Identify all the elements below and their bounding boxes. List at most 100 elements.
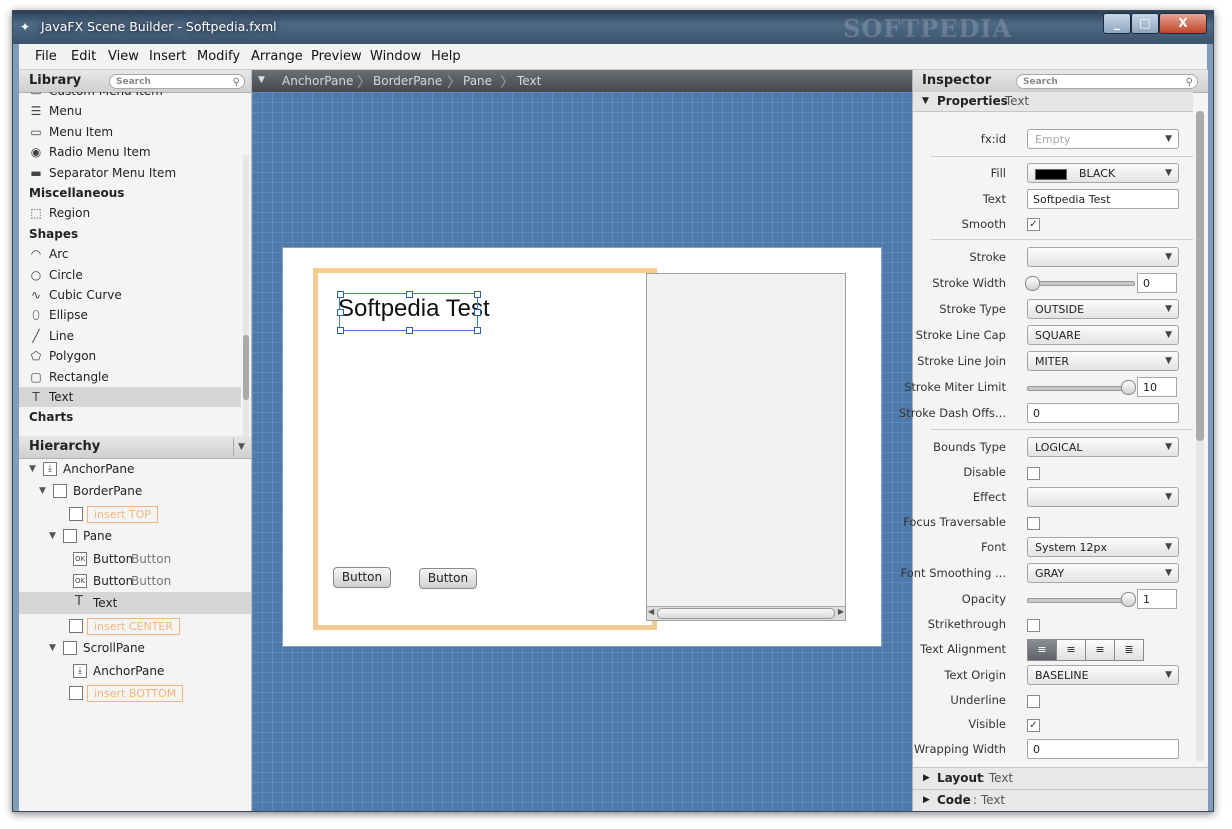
menu-view[interactable]: View (108, 49, 139, 64)
library-item[interactable]: ╱ Line (19, 326, 241, 346)
menu-insert[interactable]: Insert (149, 49, 186, 64)
focus-traversable-checkbox[interactable] (1027, 517, 1040, 530)
align-justify-icon[interactable]: ≣ (1114, 639, 1144, 661)
close-button[interactable]: X (1159, 13, 1207, 34)
hierarchy-node[interactable]: OK Button Button (19, 548, 251, 570)
effect-combo[interactable]: ▼ (1027, 487, 1179, 507)
crumb-borderpane[interactable]: BorderPane (373, 74, 442, 88)
library-item[interactable]: ▬ Separator Menu Item (19, 163, 241, 183)
hierarchy-insert-slot[interactable]: insert CENTER (19, 615, 251, 637)
hierarchy-menu-chevron-icon[interactable]: ▼ (233, 438, 245, 456)
stroke-line-join-combo[interactable]: MITER ▼ (1027, 351, 1179, 371)
minimize-button[interactable]: _ (1103, 13, 1131, 34)
text-field[interactable]: Softpedia Test (1027, 189, 1179, 209)
stroke-width-slider[interactable] (1027, 281, 1135, 286)
text-origin-combo[interactable]: BASELINE ▼ (1027, 665, 1179, 685)
code-section-header[interactable]: ▶ Code : Text (913, 789, 1208, 811)
resize-handle[interactable] (337, 291, 344, 298)
crumb-pane[interactable]: Pane (463, 74, 492, 88)
title-bar[interactable]: ✦ JavaFX Scene Builder - Softpedia.fxml … (13, 11, 1213, 44)
hierarchy-node[interactable]: T Text (19, 592, 251, 615)
hierarchy-insert-slot[interactable]: insert TOP (19, 503, 251, 525)
stroke-width-field[interactable]: 0 (1137, 273, 1177, 293)
expand-triangle-icon[interactable]: ▼ (49, 637, 56, 659)
fxid-field[interactable]: Empty ▼ (1027, 129, 1179, 149)
layout-section-header[interactable]: ▶ Layout : Text (913, 767, 1208, 789)
library-item[interactable]: ▢ Rectangle (19, 367, 241, 387)
font-smoothing-combo[interactable]: GRAY ▼ (1027, 563, 1179, 583)
expand-triangle-icon[interactable]: ▼ (49, 525, 56, 547)
library-item[interactable]: ⬚ Region (19, 203, 241, 223)
strikethrough-checkbox[interactable] (1027, 619, 1040, 632)
scroll-thumb[interactable] (657, 608, 835, 619)
align-left-icon[interactable]: ≡ (1027, 639, 1057, 661)
crumb-anchorpane[interactable]: AnchorPane (282, 74, 353, 88)
library-item[interactable]: ○ Circle (19, 265, 241, 285)
smooth-checkbox[interactable]: ✓ (1027, 218, 1040, 231)
resize-handle[interactable] (406, 327, 413, 334)
underline-checkbox[interactable] (1027, 695, 1040, 708)
library-item[interactable]: ▭ Menu Item (19, 122, 241, 142)
menu-preview[interactable]: Preview (311, 49, 362, 64)
library-item[interactable]: ∿ Cubic Curve (19, 285, 241, 305)
hierarchy-insert-slot[interactable]: insert BOTTOM (19, 682, 251, 704)
library-item[interactable]: ◉ Radio Menu Item (19, 142, 241, 162)
library-item[interactable]: ▭ Custom Menu Item (19, 92, 241, 101)
resize-handle[interactable] (337, 309, 344, 316)
opacity-field[interactable]: 1 (1137, 589, 1177, 609)
hierarchy-node[interactable]: OK Button Button (19, 570, 251, 592)
crumb-text[interactable]: Text (517, 74, 541, 88)
stroke-type-combo[interactable]: OUTSIDE ▼ (1027, 299, 1179, 319)
fill-combo[interactable]: BLACK ▼ (1027, 163, 1179, 183)
library-category[interactable]: Shapes (19, 224, 241, 244)
preview-button-2[interactable]: Button (419, 568, 477, 589)
slider-knob[interactable] (1121, 380, 1136, 395)
hierarchy-node[interactable]: ▼ ScrollPane (19, 637, 251, 659)
border-pane-preview[interactable]: Softpedia Test Button Button (313, 268, 657, 630)
menu-window[interactable]: Window (370, 49, 421, 64)
wrapping-width-field[interactable]: 0 (1027, 739, 1179, 759)
slider-knob[interactable] (1121, 592, 1136, 607)
menu-modify[interactable]: Modify (197, 49, 240, 64)
hierarchy-node[interactable]: ⤓ AnchorPane (19, 660, 251, 682)
library-item[interactable]: ⬯ Ellipse (19, 305, 241, 325)
opacity-slider[interactable] (1027, 598, 1135, 603)
preview-button-1[interactable]: Button (333, 567, 391, 588)
library-item[interactable]: ☰ Menu (19, 101, 241, 121)
menu-edit[interactable]: Edit (71, 49, 96, 64)
inspector-search-input[interactable]: Search ⚲ (1016, 74, 1198, 89)
properties-section-header[interactable]: ▼ Properties : Text (913, 92, 1193, 112)
align-right-icon[interactable]: ≡ (1085, 639, 1115, 661)
resize-handle[interactable] (406, 291, 413, 298)
stroke-combo[interactable]: ▼ (1027, 247, 1179, 267)
library-scrollbar[interactable] (243, 155, 249, 455)
hierarchy-node[interactable]: ▼ BorderPane (19, 480, 251, 502)
stroke-miter-limit-field[interactable]: 10 (1137, 377, 1177, 397)
library-search-input[interactable]: Search ⚲ (109, 74, 245, 89)
design-canvas[interactable]: Softpedia Test Button Button ◀ ▶ (252, 92, 912, 811)
stroke-miter-limit-slider[interactable] (1027, 386, 1135, 391)
hierarchy-node[interactable]: ▼ Pane (19, 525, 251, 547)
library-category[interactable]: Miscellaneous (19, 183, 241, 203)
library-category[interactable]: Charts (19, 407, 241, 427)
library-item[interactable]: T Text (19, 387, 241, 407)
scroll-left-icon[interactable]: ◀ (648, 607, 654, 616)
scroll-right-icon[interactable]: ▶ (838, 607, 844, 616)
expand-triangle-icon[interactable]: ▼ (29, 458, 36, 480)
resize-handle[interactable] (474, 327, 481, 334)
library-item[interactable]: ◠ Arc (19, 244, 241, 264)
menu-file[interactable]: File (35, 49, 57, 64)
menu-help[interactable]: Help (431, 49, 461, 64)
hierarchy-node[interactable]: ▼ ⤓ AnchorPane (19, 458, 251, 480)
resize-handle[interactable] (337, 327, 344, 334)
menu-arrange[interactable]: Arrange (251, 49, 303, 64)
slider-knob[interactable] (1025, 276, 1040, 291)
library-item[interactable]: ⬠ Polygon (19, 346, 241, 366)
library-scroll-thumb[interactable] (243, 335, 249, 400)
resize-handle[interactable] (474, 291, 481, 298)
disable-checkbox[interactable] (1027, 467, 1040, 480)
expand-triangle-icon[interactable]: ▼ (39, 480, 46, 502)
maximize-button[interactable]: □ (1131, 13, 1159, 34)
stroke-line-cap-combo[interactable]: SQUARE ▼ (1027, 325, 1179, 345)
stroke-dash-offset-field[interactable]: 0 (1027, 403, 1179, 423)
